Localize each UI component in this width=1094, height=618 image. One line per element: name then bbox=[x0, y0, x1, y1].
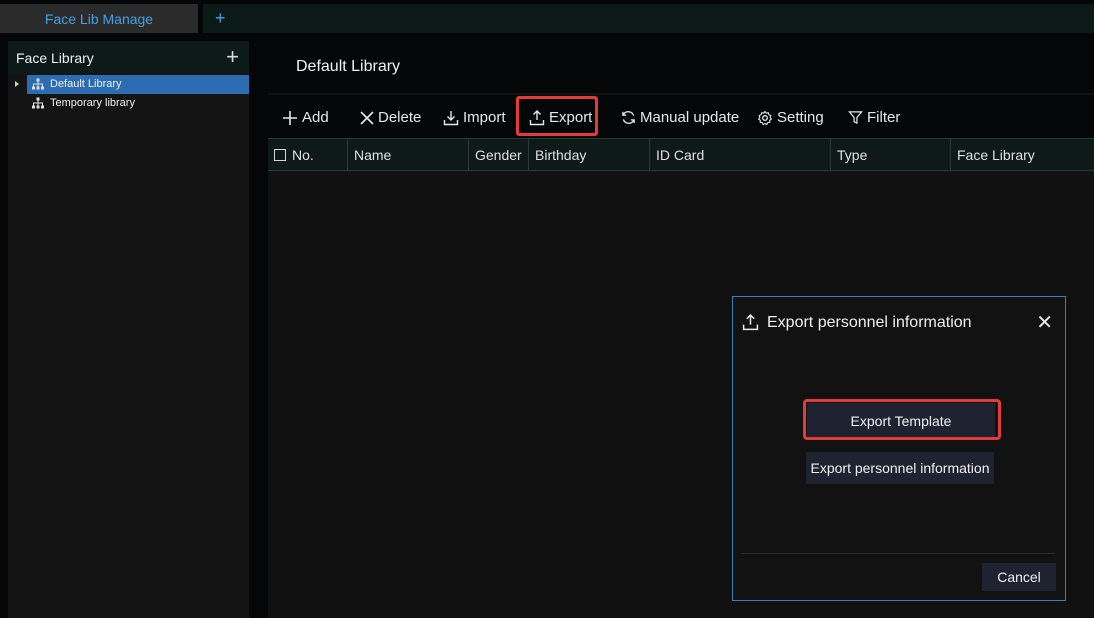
close-icon bbox=[360, 110, 374, 125]
column-label: Gender bbox=[475, 146, 522, 163]
export-icon bbox=[742, 314, 759, 331]
import-icon bbox=[443, 110, 459, 125]
library-tree-icon bbox=[32, 97, 44, 109]
filter-label: Filter bbox=[867, 109, 901, 126]
export-personnel-button[interactable]: Export personnel information bbox=[806, 452, 994, 484]
expand-arrow-icon[interactable] bbox=[15, 81, 19, 87]
tab-face-lib-manage[interactable]: Face Lib Manage bbox=[0, 4, 198, 33]
add-library-button[interactable]: + bbox=[226, 43, 239, 71]
sidebar-item-label: Default Library bbox=[50, 78, 122, 90]
sidebar-item-label: Temporary library bbox=[50, 97, 135, 109]
toolbar: Add Delete Import Export Manual update S… bbox=[268, 95, 1094, 140]
export-dialog: Export personnel information ✕ Export Te… bbox=[732, 296, 1066, 601]
sidebar-title: Face Library bbox=[16, 50, 94, 66]
main-header: Default Library bbox=[268, 41, 1094, 93]
dialog-title: Export personnel information bbox=[767, 314, 972, 331]
sidebar-item-default-library[interactable]: Default Library bbox=[8, 75, 249, 94]
export-highlight-box bbox=[516, 96, 598, 136]
column-type[interactable]: Type bbox=[831, 139, 951, 170]
add-button[interactable]: Add bbox=[282, 95, 329, 140]
column-label: Face Library bbox=[957, 146, 1035, 163]
select-all-checkbox[interactable] bbox=[274, 149, 286, 161]
sidebar-item-temporary-library[interactable]: Temporary library bbox=[8, 94, 249, 113]
library-tree-icon bbox=[32, 78, 44, 90]
column-label: ID Card bbox=[656, 146, 705, 163]
setting-label: Setting bbox=[777, 109, 824, 126]
column-label: Birthday bbox=[535, 146, 587, 163]
filter-icon bbox=[848, 111, 863, 125]
sidebar-header: Face Library + bbox=[8, 41, 249, 73]
column-name[interactable]: Name bbox=[348, 139, 469, 170]
import-button[interactable]: Import bbox=[443, 95, 506, 140]
column-label: No. bbox=[292, 146, 314, 163]
export-template-highlight-box bbox=[803, 399, 1001, 440]
import-label: Import bbox=[463, 109, 506, 126]
manual-update-button[interactable]: Manual update bbox=[621, 95, 739, 140]
column-no[interactable]: No. bbox=[268, 139, 348, 170]
filter-button[interactable]: Filter bbox=[848, 95, 900, 140]
delete-button[interactable]: Delete bbox=[360, 95, 421, 140]
setting-button[interactable]: Setting bbox=[757, 95, 824, 140]
dialog-divider bbox=[741, 553, 1055, 554]
add-tab-button[interactable]: + bbox=[203, 4, 1094, 33]
column-gender[interactable]: Gender bbox=[469, 139, 529, 170]
delete-label: Delete bbox=[378, 109, 422, 126]
gear-icon bbox=[757, 110, 773, 125]
column-label: Name bbox=[354, 146, 392, 163]
column-birthday[interactable]: Birthday bbox=[529, 139, 650, 170]
column-id-card[interactable]: ID Card bbox=[650, 139, 831, 170]
close-icon[interactable]: ✕ bbox=[1036, 310, 1053, 335]
add-label: Add bbox=[302, 109, 329, 126]
cancel-button[interactable]: Cancel bbox=[982, 563, 1056, 591]
plus-icon bbox=[283, 110, 297, 125]
column-face-library[interactable]: Face Library bbox=[951, 139, 1094, 170]
manual-update-label: Manual update bbox=[640, 109, 740, 126]
page-title: Default Library bbox=[296, 58, 401, 75]
column-label: Type bbox=[837, 146, 868, 163]
refresh-icon bbox=[622, 111, 635, 124]
table-header: No. Name Gender Birthday ID Card Type Fa… bbox=[268, 138, 1094, 171]
sidebar: Face Library + Default Library Temporary… bbox=[8, 41, 249, 618]
